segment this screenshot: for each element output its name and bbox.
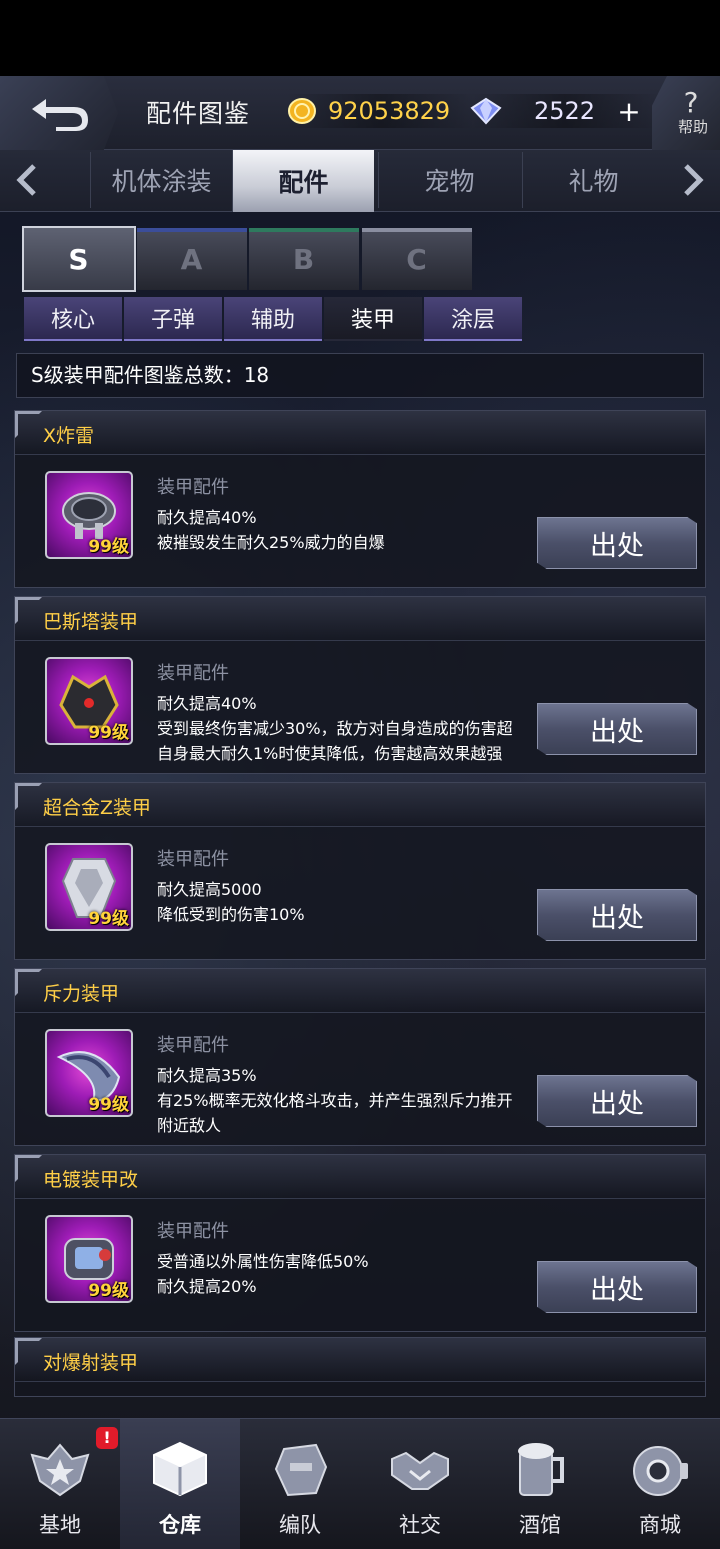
item-type: 装甲配件: [157, 1035, 229, 1056]
gold-coin-icon: [288, 98, 316, 124]
list-item: 超合金Z装甲 99级 装甲配件 耐久提高5000 降低受到的伤害10% 出处: [14, 782, 706, 960]
list-item: 巴斯塔装甲 99级 装甲配件 耐久提高40% 受到最终伤害减少30%，敌方对自身…: [14, 596, 706, 774]
status-bar-area: [0, 0, 720, 76]
item-description: 耐久提高40% 被摧毁发生耐久25%威力的自爆: [157, 508, 385, 552]
nav-label: 编队: [279, 1513, 321, 1537]
subtab-coating[interactable]: 涂层: [424, 297, 522, 341]
list-item: 对爆射装甲: [14, 1337, 706, 1397]
nav-label: 仓库: [159, 1513, 201, 1537]
help-button[interactable]: ? 帮助: [652, 76, 720, 150]
gold-amount: 92053829: [328, 97, 451, 125]
help-question-icon: ?: [683, 85, 699, 119]
back-arrow-icon: [32, 99, 88, 131]
item-type: 装甲配件: [157, 849, 229, 870]
grade-a-accent: [137, 228, 247, 232]
shop-robot-icon: [633, 1446, 688, 1496]
subtab-core[interactable]: 核心: [24, 297, 122, 341]
grade-tab-c[interactable]: C: [362, 228, 472, 290]
help-label: 帮助: [677, 117, 708, 136]
game-screen: 配件图鉴 92053829 2522 + ? 帮助 机体涂装 配件 宠物 礼物: [0, 0, 720, 1549]
back-button[interactable]: [0, 76, 118, 150]
item-name: 电镀装甲改: [43, 1169, 139, 1191]
grade-b-accent: [249, 228, 359, 232]
beer-mug-icon: [518, 1443, 564, 1496]
nav-base[interactable]: ! 基地: [0, 1419, 120, 1549]
top-header: 配件图鉴 92053829 2522: [0, 76, 720, 150]
source-button[interactable]: 出处: [537, 889, 697, 941]
warehouse-box-icon: [153, 1441, 207, 1497]
item-description: 耐久提高5000 降低受到的伤害10%: [157, 880, 305, 924]
subtab-bullet[interactable]: 子弹: [124, 297, 222, 341]
gold-counter: 92053829: [286, 94, 476, 128]
nav-warehouse[interactable]: 仓库: [120, 1419, 240, 1549]
grade-tab-a[interactable]: A: [137, 228, 247, 290]
nav-label: 商城: [639, 1513, 681, 1537]
item-type: 装甲配件: [157, 477, 229, 498]
handshake-icon: [391, 1451, 449, 1490]
item-level: 99级: [88, 909, 129, 929]
mech-head-icon: [274, 1443, 328, 1497]
tab-scroll-right-icon[interactable]: [672, 160, 712, 200]
subtab-assist[interactable]: 辅助: [224, 297, 322, 341]
page-title: 配件图鉴: [146, 99, 251, 128]
notification-badge: !: [96, 1427, 118, 1449]
recharge-plus-button[interactable]: +: [613, 98, 645, 128]
grade-tab-s[interactable]: S: [22, 226, 136, 292]
nav-label: 酒馆: [519, 1513, 561, 1537]
item-name: 对爆射装甲: [43, 1352, 139, 1374]
tab-gifts[interactable]: 礼物: [522, 152, 664, 208]
item-level: 99级: [88, 723, 129, 743]
source-button[interactable]: 出处: [537, 1075, 697, 1127]
item-name: X炸雷: [43, 425, 95, 447]
item-thumbnail[interactable]: 99级: [45, 843, 133, 931]
nav-formation[interactable]: 编队: [240, 1419, 360, 1549]
item-thumbnail[interactable]: 99级: [45, 657, 133, 745]
nav-label: 社交: [399, 1513, 441, 1537]
tab-scroll-left-icon[interactable]: [8, 160, 48, 200]
item-type: 装甲配件: [157, 1221, 229, 1242]
diamond-icon: [470, 97, 502, 125]
item-name: 斥力装甲: [43, 983, 120, 1005]
nav-shop[interactable]: 商城: [600, 1419, 720, 1549]
item-thumbnail[interactable]: 99级: [45, 1029, 133, 1117]
item-thumbnail[interactable]: 99级: [45, 471, 133, 559]
item-name: 巴斯塔装甲: [43, 611, 139, 633]
subtab-armor[interactable]: 装甲: [324, 297, 422, 341]
item-level: 99级: [88, 537, 129, 557]
list-item: 斥力装甲 99级 装甲配件 耐久提高35% 有25%概率无效化格斗攻击，并产生强…: [14, 968, 706, 1146]
item-description: 耐久提高40% 受到最终伤害减少30%，敌方对自身造成的伤害超自身最大耐久1%时…: [157, 694, 513, 763]
item-thumbnail[interactable]: 99级: [45, 1215, 133, 1303]
item-level: 99级: [88, 1281, 129, 1301]
list-item: 电镀装甲改 99级 装甲配件 受普通以外属性伤害降低50% 耐久提高20% 出处: [14, 1154, 706, 1332]
item-name: 超合金Z装甲: [43, 797, 152, 819]
grade-c-accent: [362, 228, 472, 232]
list-item: X炸雷 99级 装甲配件 耐久提高40% 被摧毁发生耐久25%威力的自爆 出处: [14, 410, 706, 588]
nav-tavern[interactable]: 酒馆: [480, 1419, 600, 1549]
source-button[interactable]: 出处: [537, 1261, 697, 1313]
source-button[interactable]: 出处: [537, 517, 697, 569]
category-tab-bar: 机体涂装 配件 宠物 礼物: [0, 150, 720, 212]
item-description: 受普通以外属性伤害降低50% 耐久提高20%: [157, 1252, 369, 1296]
tab-parts[interactable]: 配件: [232, 150, 374, 212]
gem-amount: 2522: [534, 97, 596, 125]
base-emblem-icon: [30, 1443, 90, 1497]
tab-pets[interactable]: 宠物: [378, 152, 520, 208]
nav-social[interactable]: 社交: [360, 1419, 480, 1549]
item-description: 耐久提高35% 有25%概率无效化格斗攻击，并产生强烈斥力推开附近敌人: [157, 1066, 513, 1135]
item-type: 装甲配件: [157, 663, 229, 684]
grade-tab-b[interactable]: B: [249, 228, 359, 290]
bottom-navigation: ! 基地 仓库 编队 社交 酒馆 商城: [0, 1418, 720, 1549]
item-level: 99级: [88, 1095, 129, 1115]
tab-body-paint[interactable]: 机体涂装: [90, 152, 232, 208]
nav-label: 基地: [39, 1513, 81, 1537]
source-button[interactable]: 出处: [537, 703, 697, 755]
collection-count: S级装甲配件图鉴总数：18: [16, 353, 704, 398]
